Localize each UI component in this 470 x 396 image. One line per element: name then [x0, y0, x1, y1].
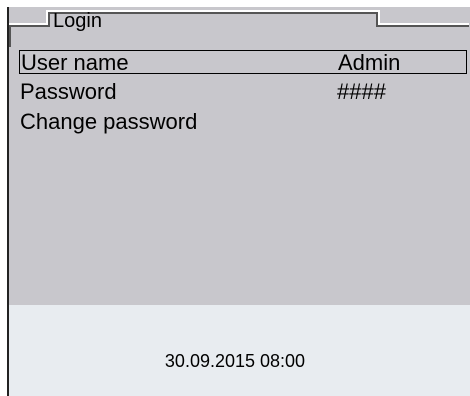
menu-item-label: Change password: [20, 109, 198, 134]
menu-item-value: Admin: [338, 50, 401, 75]
menu-item-user-name[interactable]: User name Admin: [19, 50, 467, 75]
device-screen: Login User name Admin Password #### Chan…: [7, 7, 470, 396]
screen-border-left: [7, 7, 9, 396]
menu-item-password[interactable]: Password ####: [19, 80, 467, 104]
menu-item-label: Password: [20, 79, 117, 104]
menu-panel: Login User name Admin Password #### Chan…: [7, 7, 470, 305]
menu-item-value: ####: [337, 79, 386, 104]
menu-item-change-password[interactable]: Change password: [19, 110, 467, 134]
menu-item-label: User name: [21, 50, 129, 75]
page-title: Login: [53, 10, 102, 32]
status-datetime: 30.09.2015 08:00: [164, 351, 306, 371]
